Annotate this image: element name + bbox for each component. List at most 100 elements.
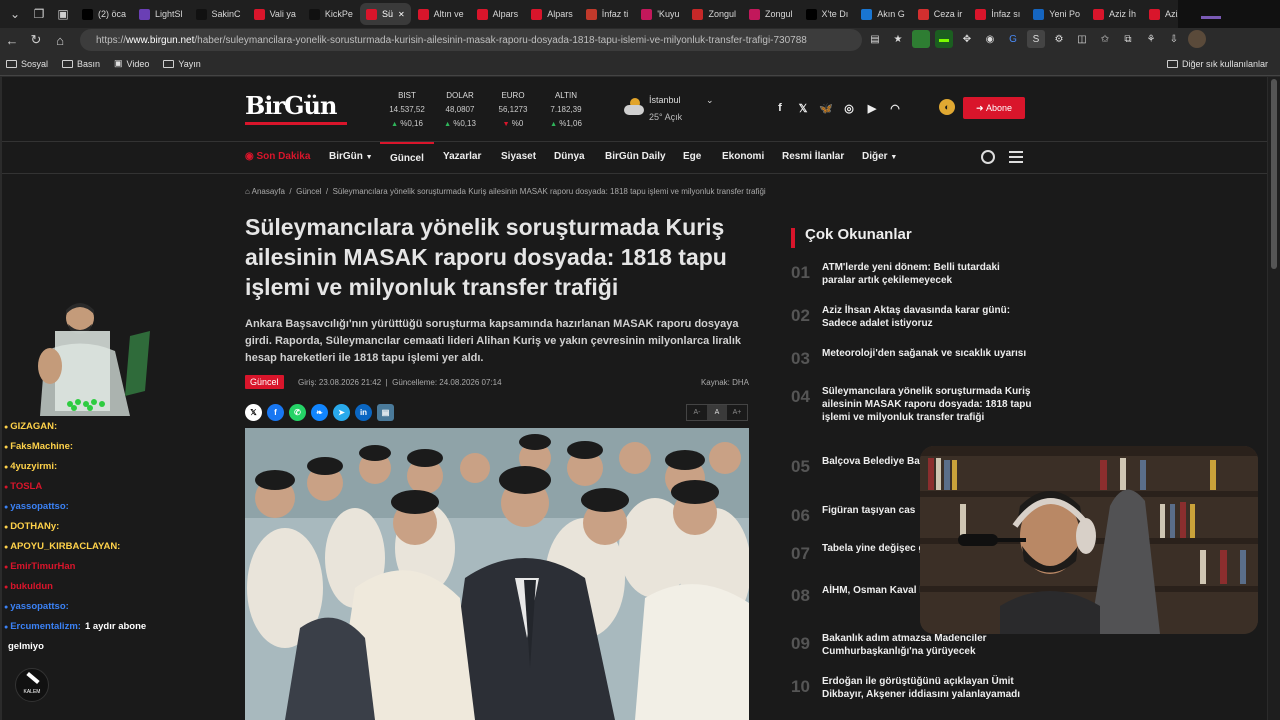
tab-label: 'Kuyu: [657, 9, 680, 19]
font-increase-button[interactable]: A+: [727, 405, 747, 420]
x-icon[interactable]: 𝕏: [796, 101, 810, 115]
chat-text: 1 aydır abone: [84, 621, 147, 632]
close-tab-icon[interactable]: ✕: [398, 10, 405, 19]
extensions-icon[interactable]: ⚘: [1142, 30, 1160, 48]
bookmark-folder[interactable]: Sosyal: [6, 59, 48, 69]
chat-message: ● GIZAGAN:: [4, 417, 234, 437]
browser-tab[interactable]: SakinC: [190, 3, 247, 25]
reader-mode-icon[interactable]: ▤: [866, 30, 884, 48]
collections-icon[interactable]: ⧉: [1119, 30, 1137, 48]
share-telegram-icon[interactable]: ➤: [333, 404, 350, 421]
extension-icon[interactable]: ▬: [935, 30, 953, 48]
share-google-news-icon[interactable]: ▤: [377, 404, 394, 421]
bookmark-folder[interactable]: Yayın: [163, 59, 201, 69]
hamburger-menu-icon[interactable]: [1009, 151, 1023, 166]
browser-tab[interactable]: İnfaz sı: [969, 3, 1026, 25]
chat-text: gelmiyo: [8, 641, 44, 652]
instagram-icon[interactable]: ◎: [842, 101, 856, 115]
category-badge[interactable]: Güncel: [245, 375, 284, 389]
browser-tab[interactable]: Aziz İh: [1143, 3, 1178, 25]
share-whatsapp-icon[interactable]: ✆: [289, 404, 306, 421]
folder-icon: [163, 59, 175, 68]
bookmark-folder[interactable]: ▣ Video: [114, 58, 149, 69]
browser-tab[interactable]: Alpars: [525, 3, 579, 25]
live-icon: ◉: [245, 151, 254, 162]
extension-icon[interactable]: ⚙: [1050, 30, 1068, 48]
nav-diger[interactable]: Diğer ▼: [862, 142, 897, 174]
page-scrollbar[interactable]: [1268, 77, 1280, 720]
share-x-icon[interactable]: 𝕏: [245, 404, 262, 421]
browser-tab[interactable]: Vali ya: [248, 3, 302, 25]
chevron-down-icon[interactable]: ⌄: [706, 95, 714, 106]
favorite-star-icon[interactable]: ★: [889, 30, 907, 48]
font-normal-button[interactable]: A: [707, 405, 727, 420]
breadcrumb-category[interactable]: Güncel: [296, 187, 321, 196]
browser-tab[interactable]: KickPe: [303, 3, 359, 25]
nav-ekonomi[interactable]: Ekonomi: [722, 142, 764, 174]
nav-ege[interactable]: Ege: [683, 142, 701, 174]
extension-icon[interactable]: [912, 30, 930, 48]
share-facebook-icon[interactable]: f: [267, 404, 284, 421]
tab-list-icon[interactable]: ⌄: [4, 3, 26, 25]
browser-tab[interactable]: LightSl: [133, 3, 189, 25]
nav-siyaset[interactable]: Siyaset: [501, 142, 536, 174]
other-bookmarks[interactable]: Diğer sık kullanılanlar: [1166, 59, 1268, 69]
font-decrease-button[interactable]: A-: [687, 405, 707, 420]
search-icon[interactable]: [981, 150, 995, 164]
share-bluesky-icon[interactable]: ❧: [311, 404, 328, 421]
chat-username: EmirTimurHan: [10, 561, 76, 572]
item-number: 02: [791, 306, 810, 325]
ticker-value: 7.182,39: [550, 105, 582, 114]
browser-tab[interactable]: Yeni Po: [1027, 3, 1086, 25]
refresh-button[interactable]: ↻: [24, 28, 48, 52]
home-button[interactable]: ⌂: [48, 28, 72, 52]
extension-icon[interactable]: ◉: [981, 30, 999, 48]
bluesky-icon[interactable]: 🦋: [819, 101, 833, 115]
chat-username: yassopattso:: [10, 601, 69, 612]
nav-birgun-daily[interactable]: BirGün Daily: [605, 142, 666, 174]
back-button[interactable]: ←: [0, 28, 24, 52]
nav-dunya[interactable]: Dünya: [554, 142, 585, 174]
browser-tab[interactable]: Akın G: [855, 3, 911, 25]
translate-icon[interactable]: G: [1004, 30, 1022, 48]
subscribe-label: Abone: [986, 103, 1013, 113]
browser-tab[interactable]: Aziz İh: [1087, 3, 1142, 25]
browser-tab[interactable]: 'Kuyu: [635, 3, 685, 25]
youtube-icon[interactable]: ▶: [865, 101, 879, 115]
bookmark-folder[interactable]: Basın: [62, 59, 100, 69]
browser-tab[interactable]: Zongul: [686, 3, 742, 25]
downloads-icon[interactable]: ⇩: [1165, 30, 1183, 48]
extension-icon[interactable]: S: [1027, 30, 1045, 48]
dark-mode-toggle-icon[interactable]: ◐: [939, 99, 955, 115]
caret-down-icon: ▼: [365, 154, 373, 161]
kalem-widget[interactable]: KALEM: [15, 668, 49, 702]
browser-tab[interactable]: İnfaz ti: [580, 3, 635, 25]
nav-son-dakika[interactable]: ◉ Son Dakika: [245, 142, 310, 174]
favorites-bar-icon[interactable]: ✩: [1096, 30, 1114, 48]
profile-avatar[interactable]: [1188, 30, 1206, 48]
nav-guncel[interactable]: Güncel: [380, 142, 434, 174]
share-linkedin-icon[interactable]: in: [355, 404, 372, 421]
facebook-icon[interactable]: f: [773, 101, 787, 115]
birgun-logo[interactable]: BirGün: [245, 91, 351, 125]
workspaces-icon[interactable]: ❐: [28, 3, 50, 25]
weather-city: İstanbul: [649, 95, 681, 105]
extension-icon[interactable]: ✥: [958, 30, 976, 48]
browser-tab[interactable]: X'te Dı: [800, 3, 855, 25]
nav-birgun[interactable]: BirGün ▼: [329, 142, 373, 174]
breadcrumb-home[interactable]: Anasayfa: [252, 187, 285, 196]
nav-resmi-ilanlar[interactable]: Resmi İlanlar: [782, 142, 844, 174]
browser-tab[interactable]: Ceza ir: [912, 3, 969, 25]
browser-tab[interactable]: (2) öca: [76, 3, 132, 25]
tab-actions-icon[interactable]: ▣: [52, 3, 74, 25]
nav-yazarlar[interactable]: Yazarlar: [443, 142, 481, 174]
url-field[interactable]: https://www.birgun.net/haber/suleymancil…: [80, 29, 862, 51]
weather-temp: 25° Açık: [649, 112, 683, 122]
subscribe-button[interactable]: ➜ Abone: [963, 97, 1025, 119]
rss-icon[interactable]: ◠: [888, 101, 902, 115]
browser-tab[interactable]: Sü ✕: [359, 3, 411, 25]
browser-tab[interactable]: Alpars: [471, 3, 525, 25]
browser-tab[interactable]: Altın ve: [412, 3, 470, 25]
browser-tab[interactable]: Zongul: [743, 3, 799, 25]
split-screen-icon[interactable]: ◫: [1073, 30, 1091, 48]
